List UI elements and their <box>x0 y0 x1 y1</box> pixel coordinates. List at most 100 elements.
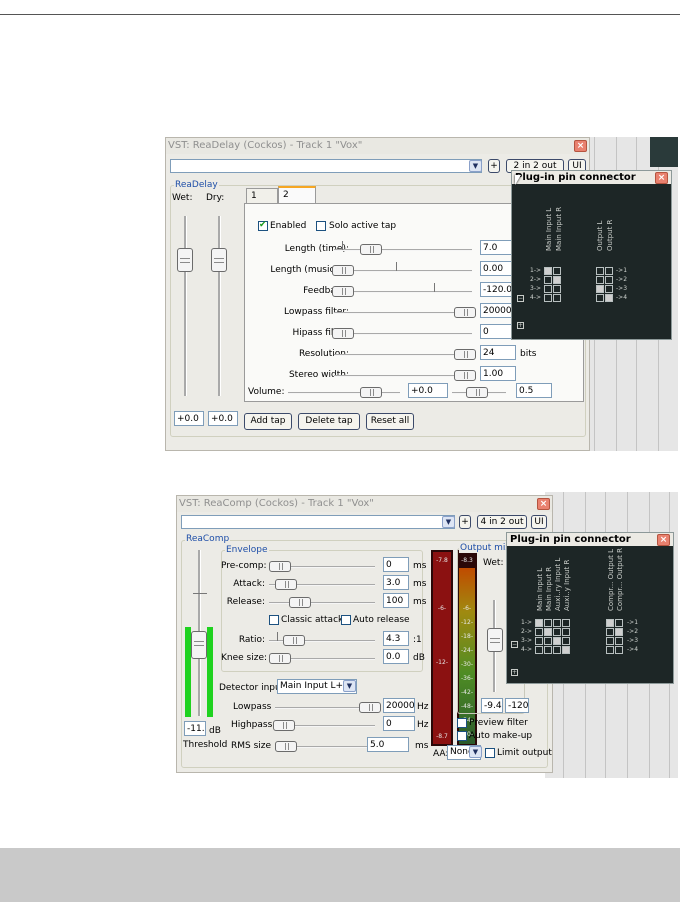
delay-output-pin-cell[interactable] <box>605 267 613 275</box>
delay-input-pin-cell[interactable] <box>553 285 561 293</box>
comp-input-pin-cell[interactable] <box>535 646 543 654</box>
pan-value[interactable]: 0.5 <box>516 383 552 398</box>
threshold-slider-thumb[interactable] <box>191 631 207 659</box>
delay-output-pin-cell[interactable] <box>596 267 604 275</box>
delay-input-pin-cell[interactable] <box>553 276 561 284</box>
rms-size-thumb[interactable] <box>275 741 297 752</box>
chevron-down-icon[interactable]: ▼ <box>343 680 356 692</box>
comp-input-pin-cell[interactable] <box>562 637 570 645</box>
solo-active-tap-checkbox[interactable] <box>316 221 326 231</box>
comp-output-pin-cell[interactable] <box>615 646 623 654</box>
knee-thumb[interactable] <box>269 653 291 664</box>
delay-input-pin-cell[interactable] <box>544 285 552 293</box>
collapse-icon[interactable]: − <box>517 295 524 302</box>
expand-icon[interactable]: + <box>517 322 524 329</box>
delay-output-pin-cell[interactable] <box>605 285 613 293</box>
delay-output-pin-cell[interactable] <box>605 276 613 284</box>
rms-size-value[interactable]: 5.0 <box>367 737 409 752</box>
comp-output-pin-cell[interactable] <box>606 646 614 654</box>
chevron-down-icon[interactable]: ▼ <box>442 516 455 528</box>
delay-input-pin-cell[interactable] <box>544 294 552 302</box>
close-icon[interactable]: × <box>537 498 550 510</box>
wet-value[interactable]: +0.0 <box>174 411 204 426</box>
io-button[interactable]: 4 in 2 out <box>477 515 527 529</box>
comp-input-pin-cell[interactable] <box>562 628 570 636</box>
delay-output-pin-cell[interactable] <box>596 285 604 293</box>
delete-tap-button[interactable]: Delete tap <box>298 413 360 430</box>
comp-output-pin-cell[interactable] <box>606 619 614 627</box>
chevron-down-icon[interactable]: ▼ <box>469 160 482 172</box>
comp-output-pin-cell[interactable] <box>606 628 614 636</box>
comp-input-pin-cell[interactable] <box>535 619 543 627</box>
comp-input-pin-cell[interactable] <box>562 646 570 654</box>
comp-input-pin-cell[interactable] <box>535 637 543 645</box>
dry-value[interactable]: +0.0 <box>208 411 238 426</box>
comp-input-pin-cell[interactable] <box>553 619 561 627</box>
delay-input-pin-cell[interactable] <box>553 267 561 275</box>
release-thumb[interactable] <box>289 597 311 608</box>
stereo-width-value[interactable]: 1.00 <box>480 366 516 381</box>
stereo-width-thumb[interactable] <box>454 370 476 381</box>
wet-value[interactable]: -9.4 <box>481 698 503 713</box>
length-time-thumb[interactable] <box>360 244 382 255</box>
comp-output-pin-cell[interactable] <box>615 628 623 636</box>
attack-value[interactable]: 3.0 <box>383 575 409 590</box>
ui-button[interactable]: UI <box>531 515 547 529</box>
delay-output-pin-cell[interactable] <box>596 294 604 302</box>
comp-input-pin-cell[interactable] <box>553 628 561 636</box>
close-icon[interactable]: × <box>655 172 668 184</box>
auto-makeup-checkbox[interactable] <box>457 731 467 741</box>
dry-slider-thumb[interactable] <box>211 248 227 272</box>
lowpass-thumb[interactable] <box>359 702 381 713</box>
add-preset-button[interactable]: + <box>459 515 471 529</box>
reset-all-button[interactable]: Reset all <box>366 413 414 430</box>
delay-output-pin-cell[interactable] <box>605 294 613 302</box>
collapse-icon[interactable]: − <box>511 641 518 648</box>
add-tap-button[interactable]: Add tap <box>244 413 292 430</box>
lowpass-thumb[interactable] <box>454 307 476 318</box>
add-preset-button[interactable]: + <box>488 159 500 173</box>
wet-slider-thumb[interactable] <box>487 628 503 652</box>
delay-output-pin-cell[interactable] <box>596 276 604 284</box>
classic-attack-checkbox[interactable] <box>269 615 279 625</box>
resolution-value[interactable]: 24 <box>480 345 516 360</box>
preset-combo[interactable] <box>181 515 455 529</box>
volume-value[interactable]: +0.0 <box>408 383 448 398</box>
comp-input-pin-cell[interactable] <box>544 619 552 627</box>
tab-1[interactable]: 1 <box>246 188 278 204</box>
lowpass-value[interactable]: 20000 <box>383 698 415 713</box>
comp-input-pin-cell[interactable] <box>562 619 570 627</box>
threshold-value[interactable]: -11.2 <box>184 721 206 736</box>
knee-value[interactable]: 0.0 <box>383 649 409 664</box>
limit-output-checkbox[interactable] <box>485 748 495 758</box>
resolution-thumb[interactable] <box>454 349 476 360</box>
comp-output-pin-cell[interactable] <box>615 619 623 627</box>
tab-2[interactable]: 2 <box>278 186 316 204</box>
ratio-thumb[interactable] <box>283 635 305 646</box>
comp-input-pin-cell[interactable] <box>553 637 561 645</box>
comp-input-pin-cell[interactable] <box>544 637 552 645</box>
length-musical-thumb[interactable] <box>332 265 354 276</box>
dry-value[interactable]: -120. <box>505 698 529 713</box>
close-icon[interactable]: × <box>574 140 587 152</box>
delay-input-pin-cell[interactable] <box>544 267 552 275</box>
wet-slider-thumb[interactable] <box>177 248 193 272</box>
expand-icon[interactable]: + <box>511 669 518 676</box>
precomp-thumb[interactable] <box>269 561 291 572</box>
delay-input-pin-cell[interactable] <box>553 294 561 302</box>
chevron-down-icon[interactable]: ▼ <box>469 746 482 758</box>
highpass-thumb[interactable] <box>273 720 295 731</box>
enabled-checkbox[interactable] <box>258 220 268 231</box>
comp-output-pin-cell[interactable] <box>606 637 614 645</box>
delay-input-pin-cell[interactable] <box>544 276 552 284</box>
comp-input-pin-cell[interactable] <box>544 628 552 636</box>
highpass-value[interactable]: 0 <box>383 716 415 731</box>
feedback-thumb[interactable] <box>332 286 354 297</box>
preview-filter-checkbox[interactable] <box>457 718 467 728</box>
comp-input-pin-cell[interactable] <box>553 646 561 654</box>
hipass-thumb[interactable] <box>332 328 354 339</box>
precomp-value[interactable]: 0 <box>383 557 409 572</box>
auto-release-checkbox[interactable] <box>341 615 351 625</box>
pan-thumb[interactable] <box>466 387 488 398</box>
comp-output-pin-cell[interactable] <box>615 637 623 645</box>
